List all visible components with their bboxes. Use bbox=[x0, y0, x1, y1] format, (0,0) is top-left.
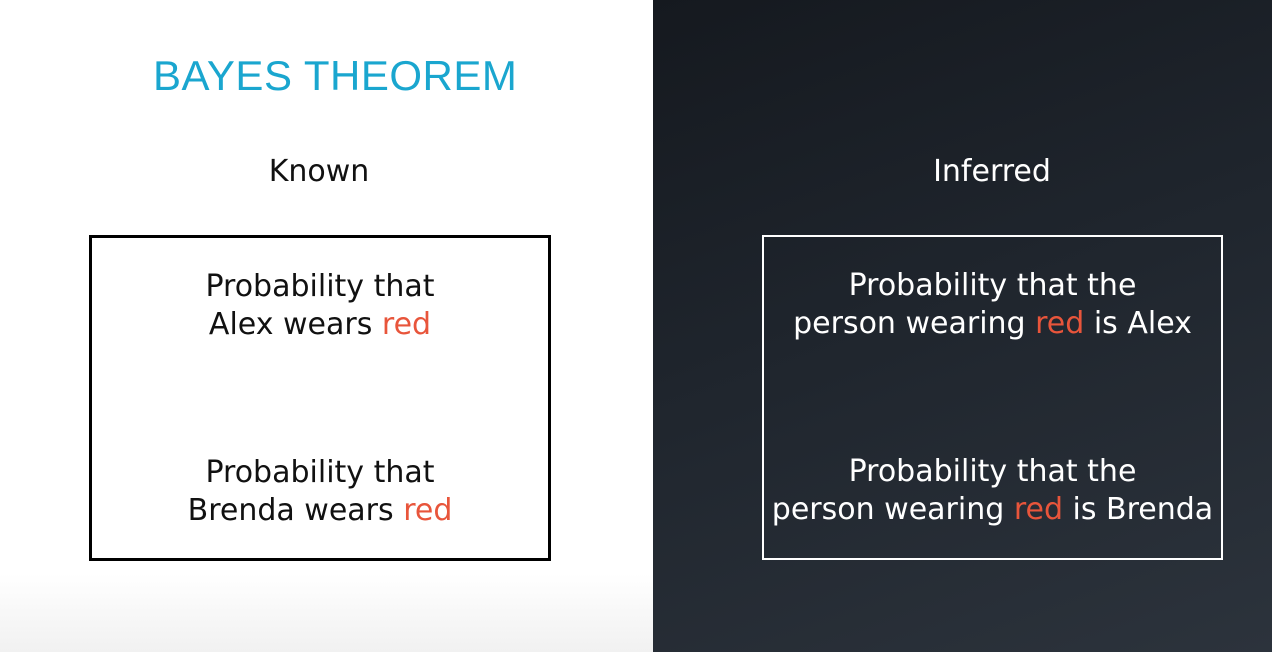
inferred-item-alex-line1: Probability that the bbox=[848, 268, 1137, 303]
known-item-alex-highlight: red bbox=[381, 307, 432, 342]
known-item-alex-text: Alex wears bbox=[208, 307, 382, 342]
inferred-item-brenda-suffix: is Brenda bbox=[1063, 492, 1214, 527]
known-item-alex: Probability that Alex wears red bbox=[92, 268, 548, 344]
known-item-brenda-highlight: red bbox=[403, 493, 453, 528]
known-item-alex-line2: Alex wears red bbox=[92, 306, 548, 344]
slide-title: BAYES THEOREM bbox=[153, 52, 518, 99]
known-heading: Known bbox=[268, 154, 370, 189]
known-item-brenda-line1: Probability that bbox=[205, 455, 435, 490]
inferred-item-brenda-highlight: red bbox=[1013, 492, 1063, 527]
known-box: Probability that Alex wears red Probabil… bbox=[89, 235, 551, 561]
inferred-item-brenda-line2: person wearing red is Brenda bbox=[764, 491, 1221, 529]
inferred-item-alex-text: person wearing bbox=[793, 306, 1036, 341]
known-item-alex-line1: Probability that bbox=[205, 269, 435, 304]
inferred-item-alex: Probability that the person wearing red … bbox=[764, 267, 1221, 343]
known-item-brenda: Probability that Brenda wears red bbox=[92, 454, 548, 530]
inferred-item-brenda-line1: Probability that the bbox=[848, 454, 1137, 489]
inferred-item-alex-highlight: red bbox=[1035, 306, 1085, 341]
inferred-item-alex-suffix: is Alex bbox=[1084, 306, 1192, 341]
known-item-brenda-line2: Brenda wears red bbox=[92, 492, 548, 530]
inferred-item-alex-line2: person wearing red is Alex bbox=[764, 305, 1221, 343]
inferred-item-brenda: Probability that the person wearing red … bbox=[764, 453, 1221, 529]
inferred-item-brenda-text: person wearing bbox=[771, 492, 1014, 527]
inferred-box: Probability that the person wearing red … bbox=[762, 235, 1223, 560]
inferred-heading: Inferred bbox=[933, 154, 1051, 189]
known-item-brenda-text: Brenda wears bbox=[187, 493, 404, 528]
